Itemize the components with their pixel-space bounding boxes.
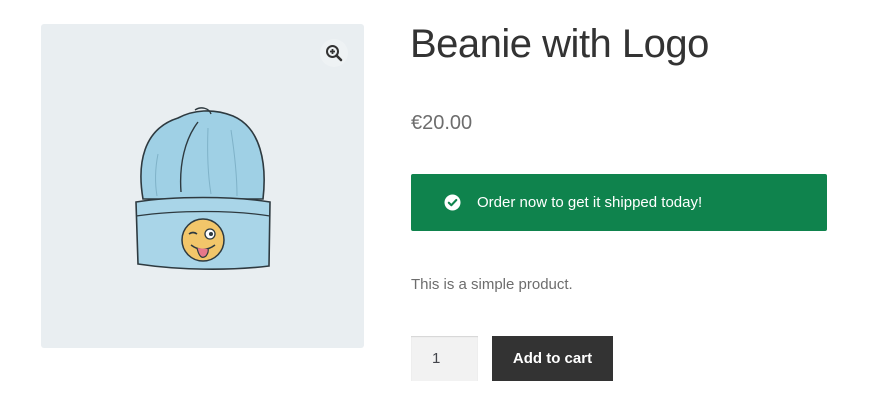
product-short-description: This is a simple product. — [411, 276, 573, 293]
product-title: Beanie with Logo — [410, 22, 709, 66]
zoom-button[interactable] — [320, 39, 348, 67]
zoom-in-icon — [326, 45, 343, 62]
quantity-input[interactable] — [411, 336, 478, 381]
beanie-image — [135, 107, 271, 270]
product-price: €20.00 — [411, 112, 473, 134]
product-image[interactable] — [133, 104, 273, 279]
product-page: Beanie with Logo €20.00 Order now to get… — [0, 0, 890, 403]
shipping-notice-text: Order now to get it shipped today! — [477, 194, 703, 211]
shipping-notice: Order now to get it shipped today! — [411, 174, 827, 231]
check-circle-icon — [444, 194, 461, 211]
product-gallery — [41, 24, 364, 348]
add-to-cart-button[interactable]: Add to cart — [492, 336, 613, 381]
